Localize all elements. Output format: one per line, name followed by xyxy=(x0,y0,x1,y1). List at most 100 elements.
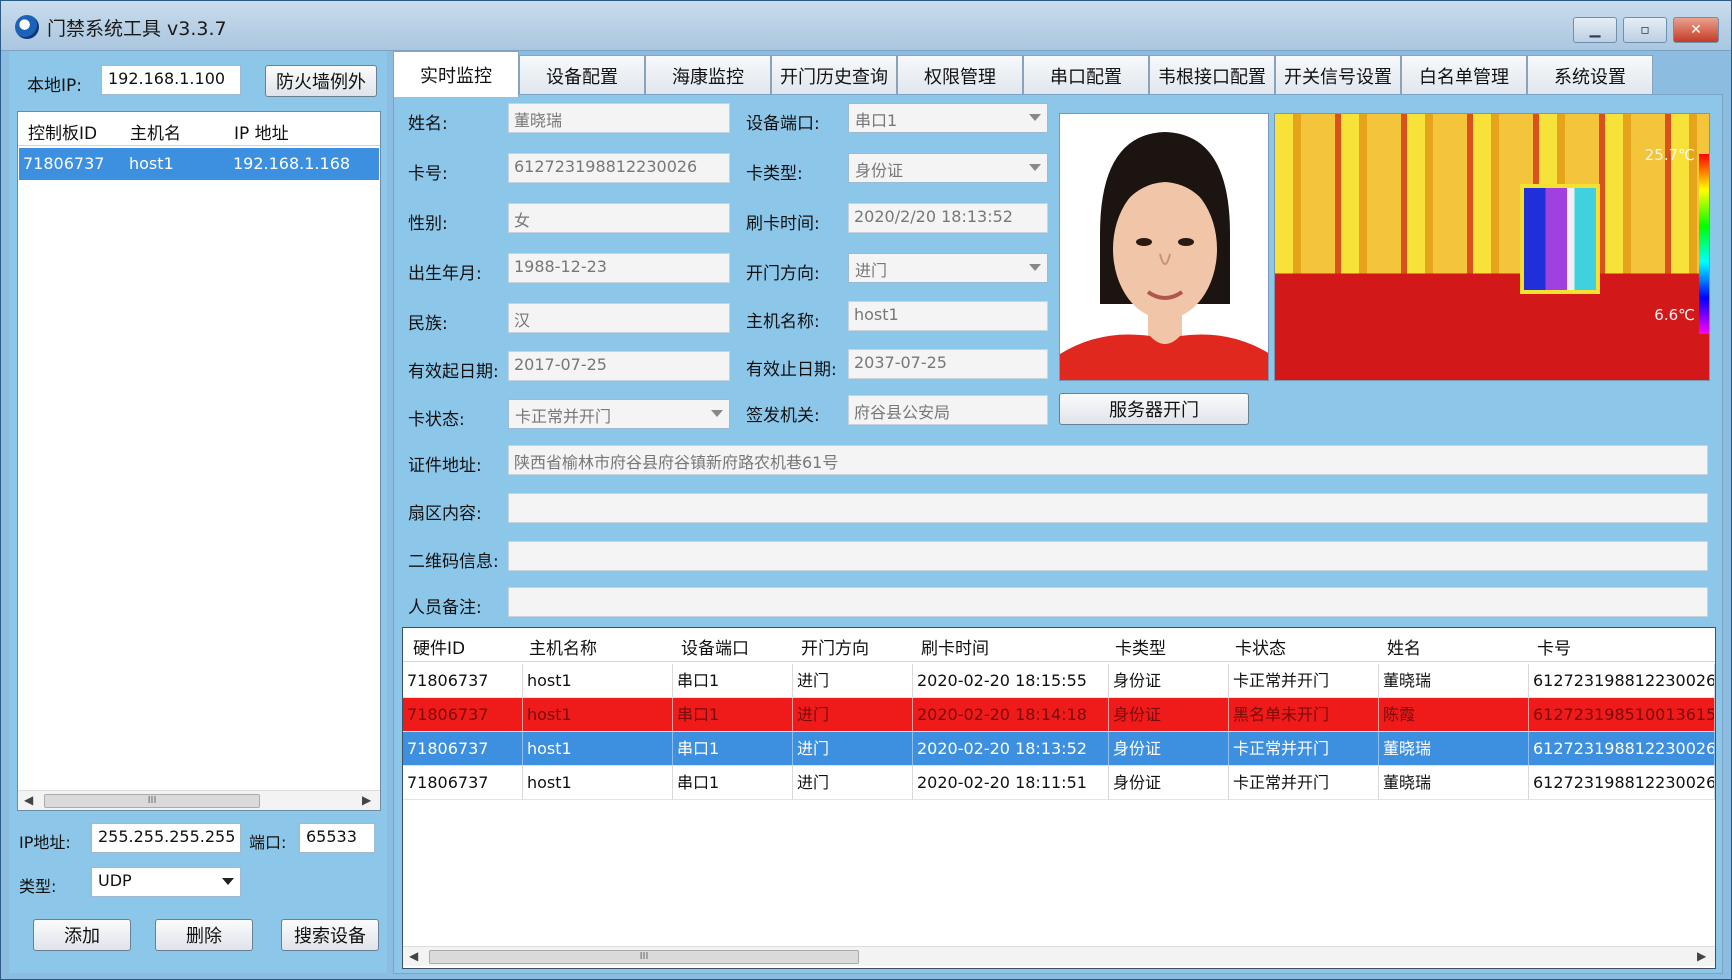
thermal-hotspot xyxy=(1520,184,1600,294)
device-row[interactable]: 71806737 host1 192.168.1.168 xyxy=(19,148,379,180)
ip-address-field[interactable]: 255.255.255.255 xyxy=(91,823,241,853)
status-cell: 卡正常并开门 xyxy=(1229,732,1379,766)
card-type-label: 卡类型: xyxy=(746,164,803,184)
person-note-field[interactable] xyxy=(508,587,1708,617)
column-header[interactable]: 开门方向 xyxy=(801,634,869,659)
tab-switch-signal[interactable]: 开关信号设置 xyxy=(1275,55,1401,95)
column-header[interactable]: 主机名称 xyxy=(529,634,597,659)
column-header[interactable]: 姓名 xyxy=(1387,634,1421,659)
delete-button[interactable]: 删除 xyxy=(155,919,253,951)
local-ip-field[interactable]: 192.168.1.100 xyxy=(101,65,241,95)
close-button[interactable]: ✕ xyxy=(1673,17,1719,43)
person-portrait-image xyxy=(1060,114,1268,380)
column-header[interactable]: 设备端口 xyxy=(681,634,749,659)
status-cell: 卡正常并开门 xyxy=(1229,664,1379,698)
door-direction-select[interactable]: 进门 xyxy=(848,253,1048,283)
issuing-authority-label: 签发机关: xyxy=(746,406,820,426)
host-cell: host1 xyxy=(523,698,673,732)
max-temperature-label: 25.7℃ xyxy=(1644,146,1695,164)
column-header[interactable]: IP 地址 xyxy=(234,119,289,144)
birth-date-field[interactable]: 1988-12-23 xyxy=(508,253,730,283)
scroll-right-icon[interactable]: ▶ xyxy=(362,793,371,807)
type-label: 类型: xyxy=(19,877,57,896)
host-name-field[interactable]: host1 xyxy=(848,301,1048,331)
app-window: 门禁系统工具 v3.3.7 ▁ ▫ ✕ 本地IP: 192.168.1.100 … xyxy=(0,0,1732,980)
port-label: 端口: xyxy=(249,833,287,852)
hardware-id-cell: 71806737 xyxy=(403,664,523,698)
device-port-select[interactable]: 串口1 xyxy=(848,103,1048,133)
maximize-icon: ▫ xyxy=(1640,22,1650,38)
title-bar[interactable]: 门禁系统工具 v3.3.7 ▁ ▫ ✕ xyxy=(1,1,1731,51)
time-cell: 2020-02-20 18:13:52 xyxy=(913,732,1109,766)
gender-field[interactable]: 女 xyxy=(508,203,730,233)
tab-device-config[interactable]: 设备配置 xyxy=(519,55,645,95)
firewall-exception-button[interactable]: 防火墙例外 xyxy=(265,65,377,97)
device-panel: 本地IP: 192.168.1.100 防火墙例外 控制板ID 主机名 IP 地… xyxy=(9,51,387,973)
app-logo-icon xyxy=(15,15,39,39)
valid-from-field[interactable]: 2017-07-25 xyxy=(508,351,730,381)
column-header[interactable]: 刷卡时间 xyxy=(921,634,989,659)
direction-cell: 进门 xyxy=(793,732,913,766)
server-open-door-button[interactable]: 服务器开门 xyxy=(1059,393,1249,425)
thermal-camera-image: 25.7℃ 6.6℃ xyxy=(1274,113,1710,381)
tab-hikvision-monitor[interactable]: 海康监控 xyxy=(645,55,771,95)
access-records-table[interactable]: 硬件ID 主机名称 设备端口 开门方向 刷卡时间 卡类型 卡状态 姓名 卡号 7… xyxy=(402,627,1716,969)
qr-info-label: 二维码信息: xyxy=(408,552,499,572)
min-temperature-label: 6.6℃ xyxy=(1654,306,1695,324)
swipe-time-field[interactable]: 2020/2/20 18:13:52 xyxy=(848,203,1048,233)
tab-permission-management[interactable]: 权限管理 xyxy=(897,55,1023,95)
search-devices-button[interactable]: 搜索设备 xyxy=(281,919,379,951)
maximize-button[interactable]: ▫ xyxy=(1623,17,1667,43)
tab-door-history[interactable]: 开门历史查询 xyxy=(771,55,897,95)
port-cell: 串口1 xyxy=(673,664,793,698)
sector-content-field[interactable] xyxy=(508,493,1708,523)
tab-system-settings[interactable]: 系统设置 xyxy=(1527,55,1653,95)
device-host: host1 xyxy=(129,154,174,173)
card-status-select[interactable]: 卡正常并开门 xyxy=(508,399,730,429)
hardware-id-cell: 71806737 xyxy=(403,732,523,766)
scroll-thumb[interactable]: III xyxy=(429,950,859,964)
ethnicity-field[interactable]: 汉 xyxy=(508,303,730,333)
id-address-label: 证件地址: xyxy=(408,456,482,476)
column-header[interactable]: 控制板ID xyxy=(28,119,97,144)
port-field[interactable]: 65533 xyxy=(299,823,375,853)
column-header[interactable]: 硬件ID xyxy=(413,634,465,659)
qr-info-field[interactable] xyxy=(508,541,1708,571)
tab-serial-config[interactable]: 串口配置 xyxy=(1023,55,1149,95)
tab-wiegand-config[interactable]: 韦根接口配置 xyxy=(1149,55,1275,95)
valid-to-field[interactable]: 2037-07-25 xyxy=(848,349,1048,379)
minimize-button[interactable]: ▁ xyxy=(1573,17,1617,43)
card-number-cell: 612723198812230026 xyxy=(1529,766,1715,800)
tab-realtime-monitor[interactable]: 实时监控 xyxy=(393,51,519,97)
table-row[interactable]: 71806737 host1 串口1 进门 2020-02-20 18:11:5… xyxy=(403,766,1715,800)
table-row[interactable]: 71806737 host1 串口1 进门 2020-02-20 18:15:5… xyxy=(403,664,1715,698)
table-row-selected[interactable]: 71806737 host1 串口1 进门 2020-02-20 18:13:5… xyxy=(403,732,1715,766)
card-number-field[interactable]: 612723198812230026 xyxy=(508,153,730,183)
person-note-label: 人员备注: xyxy=(408,598,482,618)
name-cell: 陈霞 xyxy=(1379,698,1529,732)
scroll-left-icon[interactable]: ◀ xyxy=(24,793,33,807)
door-direction-label: 开门方向: xyxy=(746,264,820,284)
type-select[interactable]: UDP xyxy=(91,867,241,897)
name-field[interactable]: 董晓瑞 xyxy=(508,103,730,133)
host-cell: host1 xyxy=(523,766,673,800)
table-row-blacklisted[interactable]: 71806737 host1 串口1 进门 2020-02-20 18:14:1… xyxy=(403,698,1715,732)
scroll-right-icon[interactable]: ▶ xyxy=(1697,949,1706,963)
id-address-field[interactable]: 陕西省榆林市府谷县府谷镇新府路农机巷61号 xyxy=(508,445,1708,475)
column-header[interactable]: 卡类型 xyxy=(1115,634,1166,659)
scroll-thumb[interactable]: III xyxy=(44,794,260,808)
port-cell: 串口1 xyxy=(673,698,793,732)
issuing-authority-field[interactable]: 府谷县公安局 xyxy=(848,395,1048,425)
swipe-time-label: 刷卡时间: xyxy=(746,214,820,234)
column-header[interactable]: 卡状态 xyxy=(1235,634,1286,659)
records-scrollbar[interactable]: ◀ III ▶ xyxy=(403,946,1715,966)
device-list[interactable]: 控制板ID 主机名 IP 地址 71806737 host1 192.168.1… xyxy=(17,111,381,811)
card-type-select[interactable]: 身份证 xyxy=(848,153,1048,183)
device-list-scrollbar[interactable]: ◀ III ▶ xyxy=(18,790,380,810)
chevron-down-icon xyxy=(1029,164,1041,171)
column-header[interactable]: 卡号 xyxy=(1537,634,1571,659)
add-button[interactable]: 添加 xyxy=(33,919,131,951)
tab-whitelist[interactable]: 白名单管理 xyxy=(1401,55,1527,95)
column-header[interactable]: 主机名 xyxy=(130,119,181,144)
scroll-left-icon[interactable]: ◀ xyxy=(409,949,418,963)
